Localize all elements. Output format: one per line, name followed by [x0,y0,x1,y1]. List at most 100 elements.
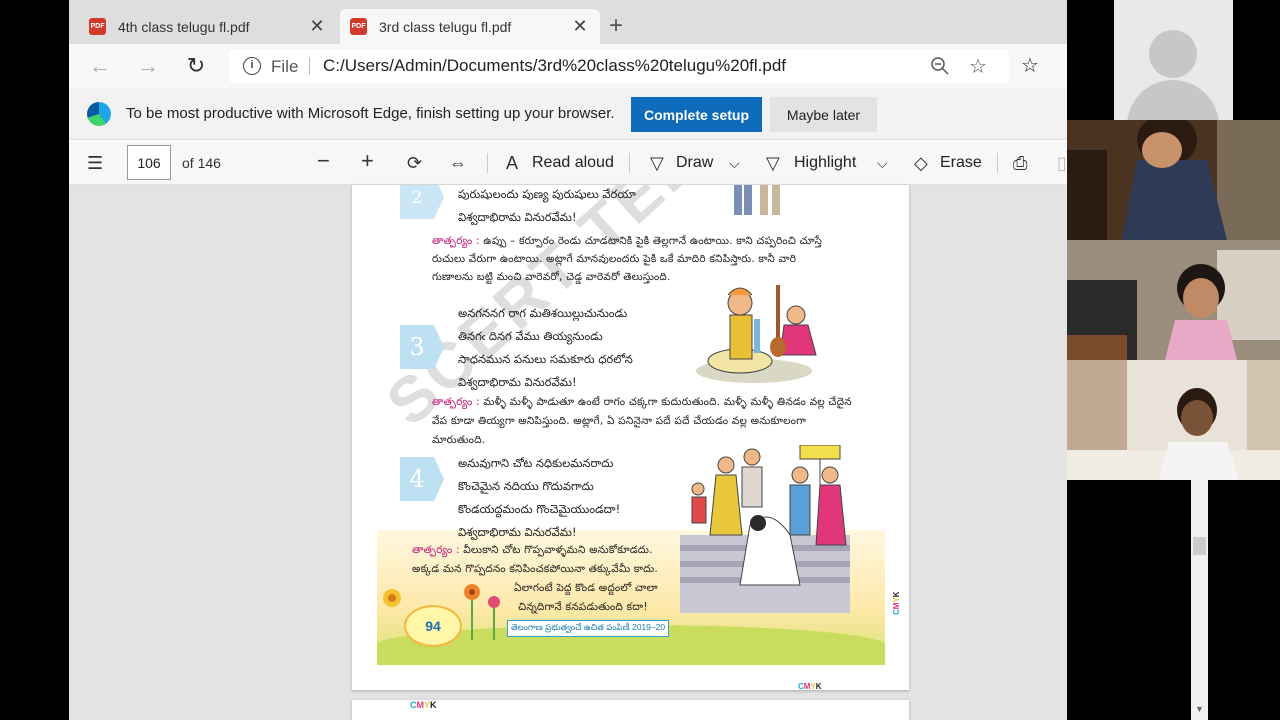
pdf-page: SCERT TELANGANA 2 పురుషులందు పుణ్య పురుష… [352,185,909,690]
meaning-line: అక్కడ మన గొప్పదనం కనిపించకపోయినా తక్కువే… [412,563,658,575]
meaning-line: చిన్నదిగానే కనపడుతుంది కదా! [518,601,648,613]
left-black-strip [0,0,69,720]
verse-line: విశ్వదాభిరామ వినురవేమ! [458,210,577,224]
pdf-viewer[interactable]: SCERT TELANGANA 2 పురుషులందు పుణ్య పురుష… [69,185,1067,720]
add-favorite-star-icon[interactable]: ☆ [969,54,987,79]
video-tile-placeholder [1067,0,1280,120]
crowd-illustration [680,445,850,613]
highlight-marker-icon[interactable]: ▽ [766,152,780,174]
info-icon[interactable]: i [243,57,261,75]
zoom-in-plus-icon[interactable]: + [361,150,374,172]
banner-text: To be most productive with Microsoft Edg… [126,105,615,122]
zoom-out-minus-icon[interactable]: − [317,150,330,172]
people-illustration [734,185,780,215]
pdf-icon: PDF [89,18,106,35]
fit-to-page-icon[interactable]: ⇔ [449,152,467,174]
print-icon[interactable]: ⎙ [1013,152,1027,174]
meaning-line: మారుతుంది. [432,434,486,446]
participant-video-frame [1067,120,1280,240]
black-area [1208,480,1280,720]
toolbar-divider [997,153,998,173]
setup-banner: To be most productive with Microsoft Edg… [69,88,1067,140]
chevron-down-icon[interactable]: ⌵ [877,152,888,174]
pdf-next-page: CMYK [352,700,909,720]
tab-bar: PDF 4th class telugu fl.pdf ✕ PDF 3rd cl… [69,0,1067,44]
tab-3rd-class-pdf[interactable]: PDF 3rd class telugu fl.pdf ✕ [340,9,600,44]
tab-label: 3rd class telugu fl.pdf [379,18,512,35]
meaning-line: ఏలాగంటే పెద్ద కొండ అద్దంలో చాలా [514,582,658,594]
video-tile-participant [1067,240,1280,360]
complete-setup-button[interactable]: Complete setup [631,97,762,132]
toolbar-divider [629,153,630,173]
toolbar-divider [487,153,488,173]
meaning-line: తాత్పర్యం : ఉప్పు – కర్పూరం రెండు చూడటాన… [432,235,822,250]
verse-line: సాధనమున పనులు సమకూరు ధరలోన [458,352,633,366]
draw-pen-icon[interactable]: ▽ [650,152,664,174]
address-field[interactable]: i File C:/Users/Admin/Documents/3rd%20cl… [229,49,1009,83]
verse-line: విశ్వదాభిరామ వినురవేమ! [458,375,577,389]
forward-arrow-icon[interactable]: → [135,53,161,79]
favorites-icon[interactable]: ☆ [1021,53,1039,78]
meaning-label: తాత్పర్యం : [432,396,480,408]
verse-line: అనగననగ రాగ మతిశయిల్లుచునుండు [458,306,628,320]
address-bar-row: ← → ↻ i File C:/Users/Admin/Documents/3r… [69,44,1067,88]
pdf-icon: PDF [350,18,367,35]
cmyk-mark: CMYK [798,682,822,690]
scrollbar-thumb[interactable] [1193,537,1206,555]
close-icon[interactable]: ✕ [307,16,327,37]
meaning-line: గుణాలను బట్టి మంచి వారెవరో, చెడ్డ వారెవర… [432,271,671,283]
verse-number-badge: 2 [400,185,444,219]
pdf-toolbar: ☰ 106 of 146 − + ⟳ ⇔ A Read aloud ▽ Draw… [69,141,1067,185]
verse-line: అనువుగాని చోట నధికులమనరాదు [458,456,614,470]
scroll-down-arrow-icon[interactable]: ▼ [1195,704,1204,714]
avatar-icon [1149,30,1197,78]
draw-button[interactable]: Draw [676,154,713,172]
meaning-text: వీలుకాని చోట గొప్పవాళ్ళమని అనుకోకూడదు. [463,544,653,556]
participant-video-frame [1067,240,1280,360]
singer-illustration [696,285,817,383]
scheme-label: File [271,57,299,76]
maybe-later-button[interactable]: Maybe later [770,97,877,132]
meaning-line: తాత్పర్యం : మళ్ళీ మళ్ళీ పాడుతూ ఉంటే రాగం… [432,396,852,411]
tab-label: 4th class telugu fl.pdf [118,18,250,35]
meaning-line: తాత్పర్యం : వీలుకాని చోట గొప్పవాళ్ళమని అ… [412,544,653,559]
cmyk-mark-vertical: CMYK [892,591,901,615]
eraser-icon[interactable]: ◇ [914,152,928,174]
footer-note: తెలంగాణ ప్రభుత్వంచే ఉచిత పంపిణీ 2019–20 [507,620,670,637]
page-total-label: of 146 [182,155,221,171]
page-number-badge: 94 [404,605,462,647]
erase-button[interactable]: Erase [940,154,982,172]
cmyk-mark: CMYK [410,700,437,710]
new-tab-icon[interactable]: + [609,14,623,38]
close-icon[interactable]: ✕ [570,16,590,37]
chevron-down-icon[interactable]: ⌵ [729,152,740,174]
save-icon[interactable]: ▯ [1057,152,1067,174]
verse-line: పురుషులందు పుణ్య పురుషులు వేరయా [458,187,636,201]
verse-line: కొంచెమైన నదియు గొదువగాదు [458,479,594,493]
refresh-icon[interactable]: ↻ [183,53,209,79]
meaning-label: తాత్పర్యం : [432,235,480,247]
edge-browser-window: PDF 4th class telugu fl.pdf ✕ PDF 3rd cl… [69,0,1067,720]
meaning-line: వేప కూడా తియ్యగా అనిపిస్తుంది. అట్లాగే, … [432,415,806,427]
participant-video-frame [1067,360,1280,480]
read-aloud-icon[interactable]: A [506,152,518,174]
verse-line: విశ్వదాభిరామ వినురవేమ! [458,525,577,539]
video-tile-participant [1067,360,1280,480]
zoom-out-icon[interactable] [929,55,951,77]
video-tile-participant [1067,120,1280,240]
address-divider [309,57,310,75]
meaning-text: ఉప్పు – కర్పూరం రెండు చూడటానికి పైకి తెల… [483,235,823,247]
tab-4th-class-pdf[interactable]: PDF 4th class telugu fl.pdf ✕ [79,9,337,44]
verse-line: తినగఁ దినగ వేము తియ్యనుండు [458,329,603,343]
meaning-label: తాత్పర్యం : [412,544,460,556]
url-text[interactable]: C:/Users/Admin/Documents/3rd%20class%20t… [323,56,786,76]
highlight-button[interactable]: Highlight [794,154,856,172]
edge-logo-icon [87,102,111,126]
read-aloud-button[interactable]: Read aloud [532,154,614,172]
rotate-icon[interactable]: ⟳ [407,152,422,174]
back-arrow-icon[interactable]: ← [87,53,113,79]
meaning-line: రుచులు వేరుగా ఉంటాయి. అట్లాగే మానవులందరు… [432,253,797,265]
contents-list-icon[interactable]: ☰ [87,152,103,174]
verse-line: కొండయద్దమందు గొంచెమైయుండదా! [458,502,621,516]
page-number-input[interactable]: 106 [127,145,171,180]
